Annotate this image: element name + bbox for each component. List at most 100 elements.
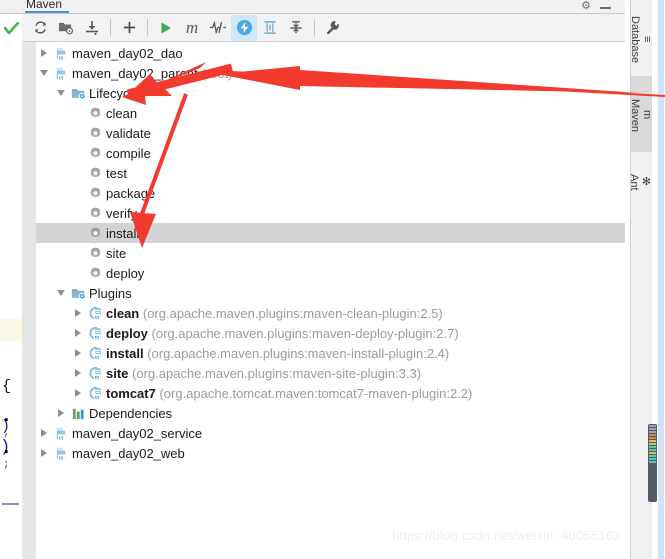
download-sources-button[interactable] (79, 15, 105, 41)
maven-module-icon: m (56, 447, 65, 461)
tree-row-label: maven_day02_web (72, 446, 185, 461)
tree-row-name: deploy (106, 325, 148, 341)
wrench-icon (326, 20, 339, 34)
tree-row-site[interactable]: site (36, 243, 625, 263)
watermark: https://blog.csdn.net/weixin_40055163 (392, 528, 621, 543)
tree-row-label: Dependencies (89, 406, 172, 421)
tree-row-install[interactable]: install (36, 223, 625, 243)
svg-text:m: m (58, 74, 63, 81)
tree-row-maven-day02-parent[interactable]: m maven_day02_parent (root) (36, 63, 625, 83)
tree-row-test[interactable]: test (36, 163, 625, 183)
tree-row-plugins[interactable]: Plugins (36, 283, 625, 303)
chevron-down-icon[interactable] (36, 63, 52, 83)
chevron-right-icon[interactable] (70, 383, 86, 403)
tree-row-name: Dependencies (89, 405, 173, 421)
expand-all-button[interactable] (257, 15, 283, 41)
run-maven-build-button[interactable] (153, 15, 179, 41)
maven-settings-button[interactable] (320, 15, 346, 41)
tree-row-name: maven_day02_dao (72, 45, 183, 61)
maven-plugin-icon: m (86, 325, 104, 341)
build-status-check (0, 14, 22, 42)
tree-row-suffix: (org.apache.maven.plugins:maven-site-plu… (128, 365, 422, 381)
tool-window-tab-label: Maven (629, 99, 641, 133)
tree-row-site[interactable]: m site (org.apache.maven.plugins:maven-si… (36, 363, 625, 383)
chevron-right-icon[interactable] (70, 343, 86, 363)
tree-row-name: deploy (106, 265, 145, 281)
tree-row-dependencies[interactable]: Dependencies (36, 403, 625, 423)
chevron-right-icon[interactable] (36, 423, 52, 443)
tree-row-label: deploy (org.apache.maven.plugins:maven-d… (106, 326, 459, 341)
minimize-icon[interactable] (600, 0, 611, 9)
tree-row-suffix: (org.apache.maven.plugins:maven-deploy-p… (147, 325, 459, 341)
goal-gear-icon (86, 105, 104, 121)
tree-row-compile[interactable]: compile (36, 143, 625, 163)
maven-plugin-icon: m (86, 365, 104, 381)
tree-row-label: install (org.apache.maven.plugins:maven-… (106, 346, 449, 361)
chevron-right-icon[interactable] (70, 363, 86, 383)
tree-row-label: validate (106, 126, 151, 141)
tree-row-label: Plugins (89, 286, 132, 301)
tree-row-validate[interactable]: validate (36, 123, 625, 143)
maven-plugin-icon: m (86, 345, 104, 361)
editor-scrollbar[interactable] (658, 0, 664, 559)
maven-module-icon: m (56, 47, 65, 61)
tree-row-name: package (106, 185, 156, 201)
tree-row-maven-day02-dao[interactable]: m maven_day02_dao (36, 43, 625, 63)
tree-row-label: Lifecycle (89, 86, 140, 101)
svg-text:m: m (94, 334, 99, 341)
goal-gear-icon (86, 145, 104, 161)
twisty-placeholder (70, 203, 86, 223)
tree-row-deploy[interactable]: deploy (36, 263, 625, 283)
add-maven-projects-button[interactable] (116, 15, 142, 41)
goal-gear-icon (90, 246, 100, 257)
plugins-folder-icon (69, 285, 87, 301)
toggle-offline-mode-button[interactable] (231, 14, 257, 41)
chevron-right-icon[interactable] (36, 43, 52, 63)
chevron-right-icon[interactable] (53, 403, 69, 423)
chevron-right-icon[interactable] (70, 323, 86, 343)
tree-row-deploy[interactable]: m deploy (org.apache.maven.plugins:maven-… (36, 323, 625, 343)
gear-icon[interactable]: ⚙ (581, 1, 591, 12)
goal-gear-icon (90, 146, 100, 157)
tree-row-maven-day02-service[interactable]: m maven_day02_service (36, 423, 625, 443)
tree-row-suffix: (org.apache.maven.plugins:maven-clean-pl… (139, 305, 443, 321)
editor-minimap-indicator[interactable] (648, 424, 657, 502)
chevron-down-icon[interactable] (53, 83, 69, 103)
tool-window-tab-label: Ant (628, 173, 640, 191)
chevron-down-icon[interactable] (53, 283, 69, 303)
tree-row-clean[interactable]: m clean (org.apache.maven.plugins:maven-c… (36, 303, 625, 323)
maven-projects-tree[interactable]: m maven_day02_dao m maven_day02_parent (roo… (36, 43, 625, 559)
tree-row-clean[interactable]: clean (36, 103, 625, 123)
chevron-right-icon[interactable] (36, 443, 52, 463)
tree-row-name: tomcat7 (106, 385, 156, 401)
tree-row-package[interactable]: package (36, 183, 625, 203)
plugins-folder-icon (71, 288, 85, 299)
gutter-marker-4: ; (3, 459, 10, 471)
tree-row-name: clean (106, 305, 140, 321)
tree-row-lifecycle[interactable]: Lifecycle (36, 83, 625, 103)
editor-gutter (22, 14, 36, 559)
tree-row-name: test (106, 165, 127, 181)
tool-window-tab-ant[interactable]: ✻ Ant (628, 154, 653, 206)
tree-row-install[interactable]: m install (org.apache.maven.plugins:maven… (36, 343, 625, 363)
tree-row-maven-day02-web[interactable]: m maven_day02_web (36, 443, 625, 463)
goal-gear-icon (90, 106, 100, 117)
tool-window-tab-maven[interactable]: m Maven (629, 76, 653, 152)
toggle-skip-tests-button[interactable] (205, 15, 231, 41)
tree-row-label: maven_day02_parent (root) (72, 66, 232, 81)
reimport-all-maven-projects-button[interactable] (27, 15, 53, 41)
goal-gear-icon (86, 185, 104, 201)
tree-row-verify[interactable]: verify (36, 203, 625, 223)
toolbar-separator-2 (147, 19, 148, 36)
chevron-right-icon[interactable] (70, 303, 86, 323)
twisty-placeholder (70, 263, 86, 283)
goal-gear-icon (86, 245, 104, 261)
checkmark-icon (3, 21, 19, 34)
twisty-placeholder (70, 123, 86, 143)
generate-sources-button[interactable] (53, 15, 79, 41)
dependencies-icon (69, 405, 87, 421)
tool-window-tab-database[interactable]: ≡ Database (629, 2, 653, 74)
execute-maven-goal-button[interactable]: m (179, 15, 205, 41)
collapse-all-button[interactable] (283, 15, 309, 41)
tree-row-tomcat7[interactable]: m tomcat7 (org.apache.tomcat.maven:tomcat… (36, 383, 625, 403)
